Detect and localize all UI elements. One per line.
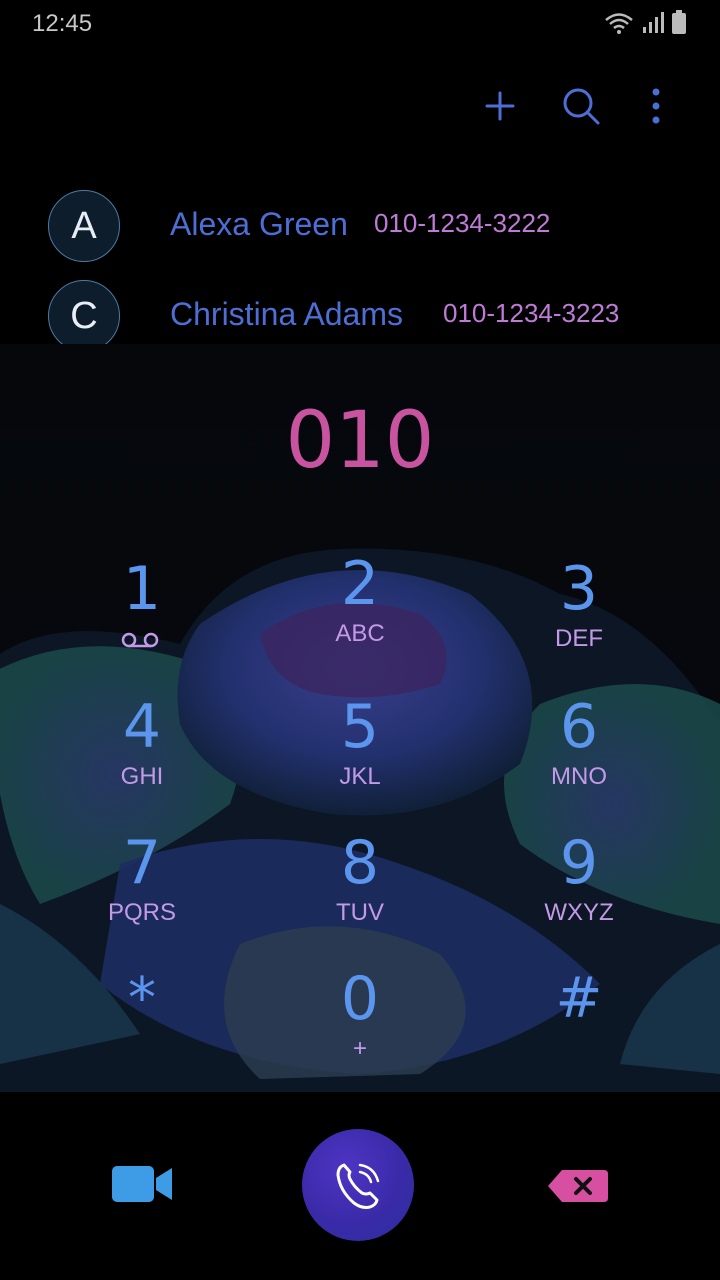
action-bar	[0, 70, 720, 140]
add-contact-button[interactable]	[476, 82, 524, 130]
dial-key-2[interactable]: 2 ABC	[260, 549, 460, 669]
avatar: A	[48, 190, 120, 262]
key-letters: +	[352, 1035, 367, 1062]
key-letters: JKL	[339, 763, 381, 790]
wifi-icon	[605, 13, 633, 34]
contact-suggestion[interactable]: A Alexa Green 010-1234-3222	[0, 184, 720, 268]
phone-call-icon	[336, 1163, 380, 1209]
dial-key-star[interactable]: *	[42, 964, 242, 1084]
dial-key-8[interactable]: 8 TUV	[260, 828, 460, 948]
key-digit: 4	[122, 692, 162, 762]
status-bar: 12:45	[0, 0, 720, 50]
dialer-panel: 010 1 2 ABC 3 DEF 4 GHI 5 JKL 6 MNO 7 PQ…	[0, 344, 720, 1092]
search-icon	[563, 88, 600, 125]
call-action-bar	[0, 1092, 720, 1280]
dialed-number: 010	[285, 396, 435, 486]
key-digit: 1	[122, 554, 162, 624]
key-letters: GHI	[120, 763, 164, 790]
status-icons	[604, 10, 686, 34]
key-letters: ABC	[335, 620, 385, 647]
signal-icon	[643, 12, 664, 33]
dial-key-6[interactable]: 6 MNO	[479, 692, 679, 812]
key-digit: 3	[559, 554, 599, 624]
key-letters: PQRS	[107, 899, 176, 926]
call-button[interactable]	[302, 1129, 414, 1241]
key-letters: MNO	[551, 763, 607, 790]
backspace-icon	[548, 1170, 608, 1202]
key-digit: *	[128, 966, 156, 1031]
key-digit: 2	[340, 549, 380, 619]
dial-key-5[interactable]: 5 JKL	[260, 692, 460, 812]
contact-name: Alexa Green	[170, 206, 348, 242]
key-digit: 9	[559, 828, 599, 898]
avatar: C	[48, 280, 120, 352]
key-digit: 8	[340, 828, 380, 898]
video-call-icon	[112, 1166, 172, 1202]
key-digit: 0	[340, 964, 380, 1034]
key-digit: 6	[559, 692, 599, 762]
dial-key-7[interactable]: 7 PQRS	[42, 828, 242, 948]
dial-key-4[interactable]: 4 GHI	[42, 692, 242, 812]
contact-name: Christina Adams	[170, 296, 403, 332]
more-options-button[interactable]	[632, 82, 680, 130]
dial-key-hash[interactable]: #	[479, 964, 679, 1084]
battery-icon	[672, 10, 686, 34]
backspace-button[interactable]	[546, 1168, 610, 1204]
key-digit: 5	[340, 692, 380, 762]
key-letters: WXYZ	[544, 899, 614, 926]
key-digit: 7	[122, 828, 162, 898]
dial-key-3[interactable]: 3 DEF	[479, 554, 679, 674]
status-time: 12:45	[32, 10, 93, 37]
dial-key-9[interactable]: 9 WXYZ	[479, 828, 679, 948]
search-button[interactable]	[557, 82, 605, 130]
voicemail-icon	[121, 632, 159, 648]
dial-key-0[interactable]: 0 +	[260, 964, 460, 1084]
key-letters: TUV	[336, 899, 384, 926]
video-call-button[interactable]	[106, 1156, 178, 1212]
contact-number: 010-1234-3223	[443, 298, 620, 328]
dial-key-1[interactable]: 1	[42, 554, 242, 674]
more-vertical-icon	[652, 88, 660, 124]
contact-number: 010-1234-3222	[374, 208, 551, 238]
plus-icon	[485, 91, 515, 121]
key-letters: DEF	[555, 625, 603, 652]
key-digit: #	[555, 966, 603, 1031]
